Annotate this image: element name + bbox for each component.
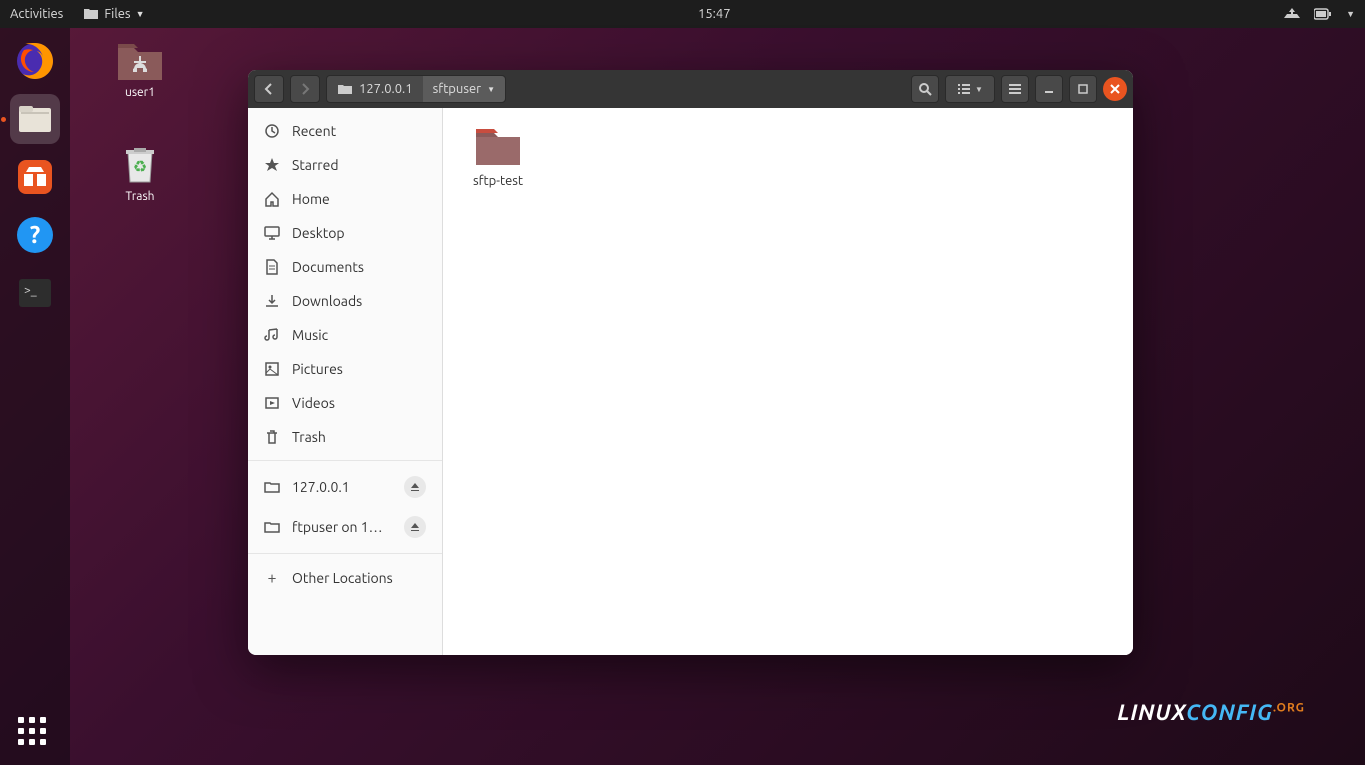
battery-icon[interactable] bbox=[1314, 8, 1332, 20]
sidebar-item-label: Pictures bbox=[292, 361, 343, 377]
sidebar-item-label: Desktop bbox=[292, 225, 345, 241]
search-button[interactable] bbox=[911, 75, 939, 103]
sidebar-item-desktop[interactable]: Desktop bbox=[248, 216, 442, 250]
sidebar-item-pictures[interactable]: Pictures bbox=[248, 352, 442, 386]
sidebar-item-label: 127.0.0.1 bbox=[292, 479, 350, 495]
sidebar-item-label: Music bbox=[292, 327, 328, 343]
trash-icon bbox=[264, 429, 280, 445]
desktop-icon-label: user1 bbox=[105, 86, 175, 99]
folder-icon bbox=[472, 123, 524, 171]
path-bar: 127.0.0.1 sftpuser ▼ bbox=[326, 75, 506, 103]
sidebar-item-documents[interactable]: Documents bbox=[248, 250, 442, 284]
folder-icon bbox=[83, 6, 99, 22]
sidebar-item-label: Trash bbox=[292, 429, 326, 445]
network-icon bbox=[264, 479, 280, 495]
app-menu-label: Files bbox=[104, 7, 130, 21]
picture-icon bbox=[264, 361, 280, 377]
clock-icon bbox=[264, 123, 280, 139]
file-label: sftp-test bbox=[458, 174, 538, 188]
sidebar-item-trash[interactable]: Trash bbox=[248, 420, 442, 454]
minimize-button[interactable] bbox=[1035, 75, 1063, 103]
view-toggle-button[interactable]: ▼ bbox=[945, 75, 995, 103]
video-icon bbox=[264, 395, 280, 411]
sidebar-item-label: Documents bbox=[292, 259, 364, 275]
network-folder-icon bbox=[337, 81, 353, 97]
titlebar[interactable]: 127.0.0.1 sftpuser ▼ ▼ bbox=[248, 70, 1133, 108]
sidebar-item-label: Other Locations bbox=[292, 570, 393, 586]
star-icon bbox=[264, 157, 280, 173]
desktop-trash[interactable]: ♻ Trash bbox=[105, 140, 175, 203]
plus-icon: + bbox=[264, 569, 280, 587]
sidebar-mount[interactable]: 127.0.0.1 bbox=[248, 467, 442, 507]
sidebar-item-label: ftpuser on 1… bbox=[292, 519, 383, 535]
dock-files[interactable] bbox=[10, 94, 60, 144]
network-icon[interactable] bbox=[1284, 6, 1300, 22]
sidebar-item-label: Downloads bbox=[292, 293, 362, 309]
file-view[interactable]: sftp-test bbox=[443, 108, 1133, 655]
download-icon bbox=[264, 293, 280, 309]
maximize-button[interactable] bbox=[1069, 75, 1097, 103]
sidebar-item-label: Videos bbox=[292, 395, 335, 411]
sidebar-item-downloads[interactable]: Downloads bbox=[248, 284, 442, 318]
sidebar-item-starred[interactable]: Starred bbox=[248, 148, 442, 182]
file-item[interactable]: sftp-test bbox=[458, 123, 538, 188]
activities-button[interactable]: Activities bbox=[10, 7, 63, 21]
show-applications[interactable] bbox=[18, 717, 52, 751]
hamburger-menu[interactable] bbox=[1001, 75, 1029, 103]
svg-text:>_: >_ bbox=[24, 284, 37, 297]
sidebar-item-music[interactable]: Music bbox=[248, 318, 442, 352]
close-button[interactable] bbox=[1103, 77, 1127, 101]
sidebar-item-label: Recent bbox=[292, 123, 336, 139]
watermark-logo: LINUXCONFIG.ORG bbox=[1117, 700, 1305, 725]
chevron-down-icon: ▼ bbox=[136, 9, 145, 19]
forward-button[interactable] bbox=[290, 75, 320, 103]
dock-software[interactable] bbox=[10, 152, 60, 202]
sidebar-other-locations[interactable]: + Other Locations bbox=[248, 560, 442, 596]
music-icon bbox=[264, 327, 280, 343]
list-view-icon bbox=[957, 82, 971, 96]
sidebar-item-recent[interactable]: Recent bbox=[248, 114, 442, 148]
sidebar-item-home[interactable]: Home bbox=[248, 182, 442, 216]
back-button[interactable] bbox=[254, 75, 284, 103]
sidebar-mount[interactable]: ftpuser on 1… bbox=[248, 507, 442, 547]
chevron-down-icon: ▼ bbox=[487, 85, 495, 94]
sidebar-item-label: Starred bbox=[292, 157, 339, 173]
network-icon bbox=[264, 519, 280, 535]
desktop-folder-user1[interactable]: user1 bbox=[105, 40, 175, 99]
desktop-icon-label: Trash bbox=[105, 190, 175, 203]
top-bar: Activities Files ▼ 15:47 ▼ bbox=[0, 0, 1365, 28]
dock-firefox[interactable] bbox=[10, 36, 60, 86]
sidebar-item-videos[interactable]: Videos bbox=[248, 386, 442, 420]
chevron-down-icon[interactable]: ▼ bbox=[1346, 9, 1355, 19]
eject-button[interactable] bbox=[404, 516, 426, 538]
path-host[interactable]: 127.0.0.1 bbox=[327, 76, 423, 102]
dock-terminal[interactable]: >_ bbox=[10, 268, 60, 318]
home-icon bbox=[264, 191, 280, 207]
svg-text:?: ? bbox=[30, 221, 41, 248]
clock[interactable]: 15:47 bbox=[698, 7, 731, 21]
path-current[interactable]: sftpuser ▼ bbox=[423, 76, 505, 102]
desktop-icon bbox=[264, 225, 280, 241]
files-window: 127.0.0.1 sftpuser ▼ ▼ Recent Starred Home… bbox=[248, 70, 1133, 655]
dock-help[interactable]: ? bbox=[10, 210, 60, 260]
svg-text:♻: ♻ bbox=[133, 158, 147, 176]
document-icon bbox=[264, 259, 280, 275]
app-menu[interactable]: Files ▼ bbox=[83, 6, 144, 22]
eject-button[interactable] bbox=[404, 476, 426, 498]
chevron-down-icon: ▼ bbox=[975, 85, 983, 94]
dock: ? >_ bbox=[0, 28, 70, 765]
sidebar-item-label: Home bbox=[292, 191, 330, 207]
sidebar: Recent Starred Home Desktop Documents Downloa… bbox=[248, 108, 443, 655]
